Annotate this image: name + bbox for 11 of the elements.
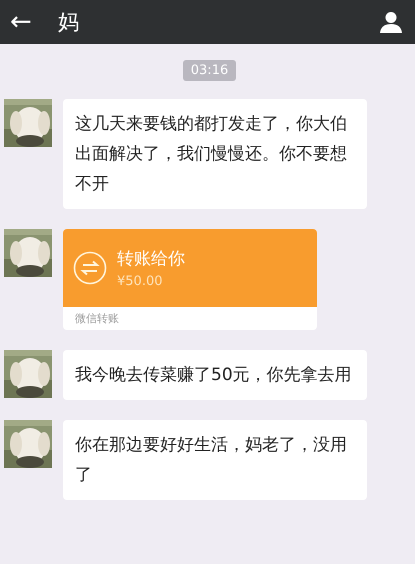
message-bubble: 这几天来要钱的都打发走了，你大伯出面解决了，我们慢慢还。你不要想不开: [63, 99, 367, 209]
transfer-label: 微信转账: [75, 312, 119, 325]
chat-title: 妈: [58, 9, 80, 36]
transfer-title: 转账给你: [117, 248, 185, 270]
message-bubble: 你在那边要好好生活，妈老了，没用了: [63, 420, 367, 500]
transfer-amount: ¥50.00: [117, 274, 164, 289]
timestamp: 03:16: [182, 60, 236, 81]
profile-icon[interactable]: [379, 10, 403, 34]
transfer-icon: [73, 251, 107, 285]
message-bubble: 我今晚去传菜赚了50元，你先拿去用: [63, 350, 367, 400]
back-button[interactable]: ←: [10, 9, 32, 35]
